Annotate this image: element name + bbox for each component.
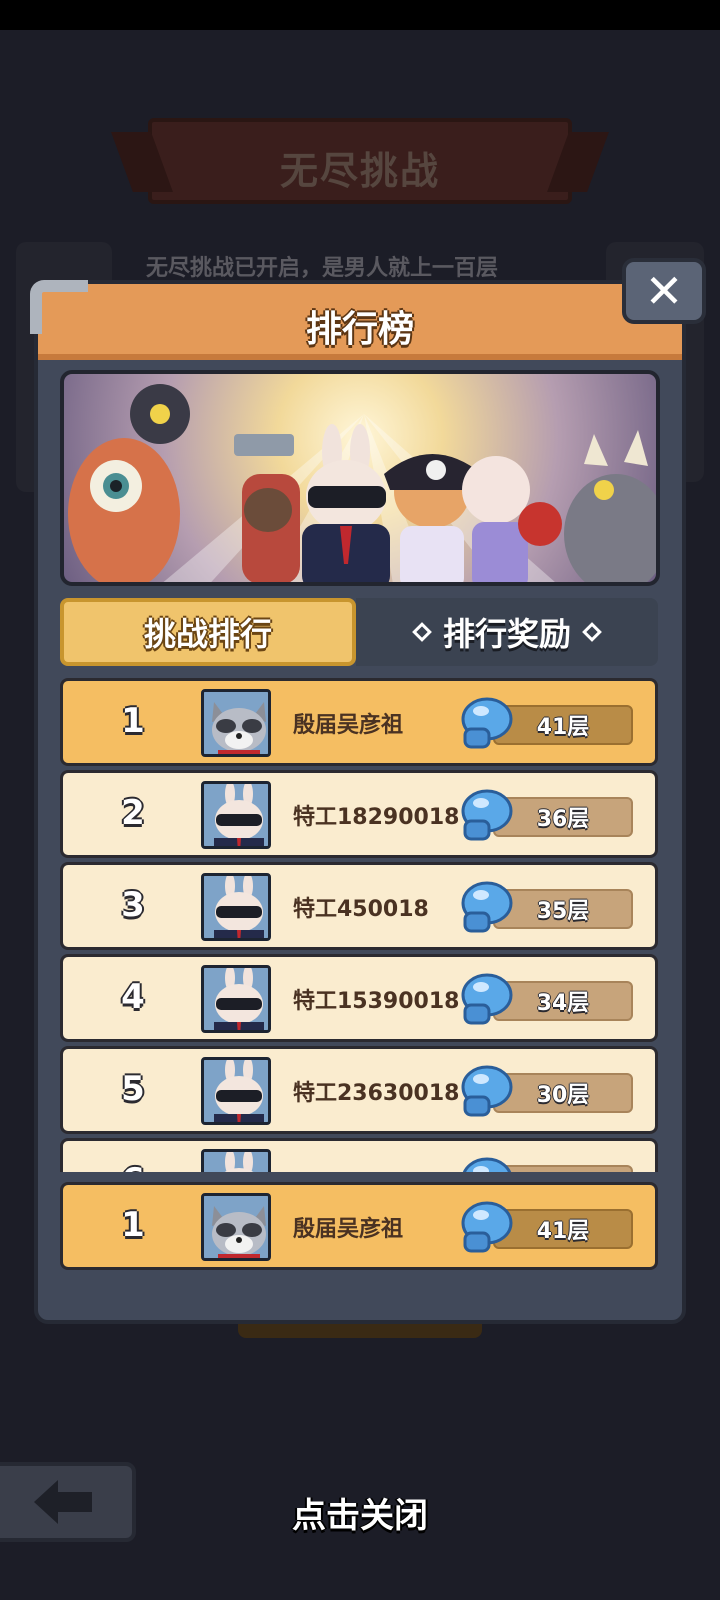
diamond-icon xyxy=(412,622,432,642)
rank-number: 2 xyxy=(121,793,145,833)
player-avatar xyxy=(201,689,271,757)
ranking-row: 2 特工18290018 36层 xyxy=(60,770,658,858)
boxing-glove-icon xyxy=(461,1201,513,1253)
rank-number: 1 xyxy=(121,701,145,741)
ranking-row: 4 特工15390018 34层 xyxy=(60,954,658,1042)
ranking-row: 1 殷届吴彦祖 41层 xyxy=(60,678,658,766)
player-avatar xyxy=(201,1057,271,1125)
boxing-glove-icon xyxy=(461,697,513,749)
boxing-glove-icon xyxy=(461,1065,513,1117)
modal-header: 排行榜 xyxy=(30,280,682,360)
boxing-glove-icon xyxy=(462,1157,512,1172)
boxing-glove-icon xyxy=(461,973,513,1025)
dragon-monster-figure xyxy=(564,430,656,582)
ranking-row: 5 特工23630018 30层 xyxy=(60,1046,658,1134)
leaderboard-modal: 排行榜 挑战排行 排行奖励 1 殷届吴彦祖 41层 2 特工18290018 3… xyxy=(30,280,686,1324)
rank-number: 5 xyxy=(121,1069,145,1109)
background-title-banner: 无尽挑战 xyxy=(148,118,572,204)
player-name: 特工450018 xyxy=(293,897,429,922)
tab-challenge-ranking-label: 挑战排行 xyxy=(143,615,272,653)
diamond-icon xyxy=(582,622,602,642)
my-rank-number: 1 xyxy=(121,1205,145,1245)
player-avatar xyxy=(201,965,271,1033)
cyclops-monster-figure xyxy=(68,384,190,582)
status-bar xyxy=(0,0,720,30)
player-avatar xyxy=(201,873,271,941)
my-rank-row: 1 殷届吴彦祖 41层 xyxy=(60,1182,658,1270)
tab-challenge-ranking[interactable]: 挑战排行 xyxy=(60,598,356,666)
boxing-glove-icon xyxy=(461,881,513,933)
modal-title: 排行榜 xyxy=(305,309,414,350)
rank-number: 4 xyxy=(121,977,145,1017)
tab-ranking-rewards-label: 排行奖励 xyxy=(442,615,571,653)
rank-number: 6 xyxy=(101,1161,165,1172)
my-player-name: 殷届吴彦祖 xyxy=(293,1217,404,1242)
tap-to-close-hint[interactable]: 点击关闭 xyxy=(0,1488,720,1537)
tab-ranking-rewards[interactable]: 排行奖励 xyxy=(356,598,658,666)
player-name: 特工15390018 xyxy=(293,989,460,1014)
rank-number: 3 xyxy=(121,885,145,925)
character-banner xyxy=(60,370,660,586)
ranking-list[interactable]: 1 殷届吴彦祖 41层 2 特工18290018 36层 3 特工450018 35层 4 特工15… xyxy=(60,678,660,1172)
my-avatar xyxy=(201,1193,271,1261)
player-avatar xyxy=(201,781,271,849)
ranking-row: 6 xyxy=(60,1138,658,1172)
ranking-row: 3 特工450018 35层 xyxy=(60,862,658,950)
background-title: 无尽挑战 xyxy=(279,149,440,193)
close-icon: ✕ xyxy=(644,264,684,318)
gunner-figure xyxy=(234,434,300,582)
player-name: 殷届吴彦祖 xyxy=(293,713,404,738)
player-avatar xyxy=(201,1149,271,1172)
boxing-glove-icon xyxy=(461,789,513,841)
player-name: 特工23630018 xyxy=(293,1081,460,1106)
background-description: 无尽挑战已开启，是男人就上一百层 xyxy=(146,256,499,281)
close-button[interactable]: ✕ xyxy=(622,258,706,324)
player-name: 特工18290018 xyxy=(293,805,460,830)
